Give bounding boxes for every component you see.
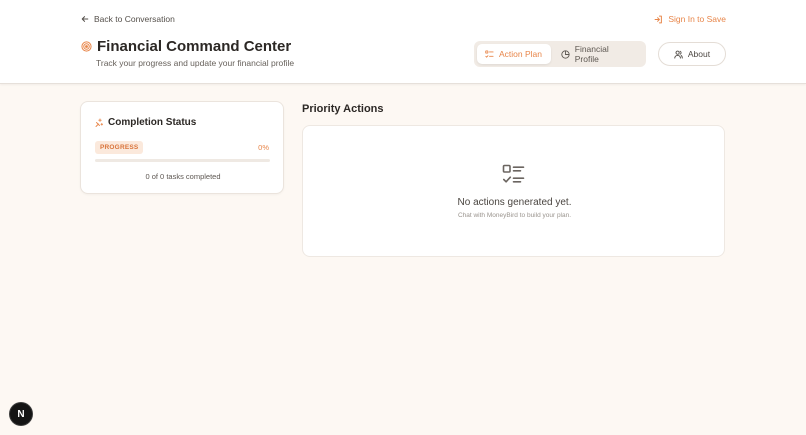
progress-percent: 0% xyxy=(258,143,269,152)
floating-n-button[interactable]: N xyxy=(10,403,32,425)
priority-actions-card: No actions generated yet. Chat with Mone… xyxy=(302,125,725,257)
progress-badge: PROGRESS xyxy=(95,141,144,154)
tab-financial-profile[interactable]: Financial Profile xyxy=(553,44,643,64)
about-label: About xyxy=(687,49,711,59)
back-link-label: Back to Conversation xyxy=(94,14,175,24)
back-to-conversation-link[interactable]: Back to Conversation xyxy=(81,13,175,25)
view-tabs: Action Plan Financial Profile xyxy=(474,41,646,67)
list-check-icon xyxy=(485,49,494,58)
sign-in-label: Sign In to Save xyxy=(668,14,726,24)
sign-in-to-save-link[interactable]: Sign In to Save xyxy=(654,13,726,25)
empty-state-subtitle: Chat with MoneyBird to build your plan. xyxy=(457,212,572,219)
tab-action-plan-label: Action Plan xyxy=(499,49,542,59)
top-header: Back to Conversation Sign In to Save Fin… xyxy=(0,0,806,84)
sign-in-icon xyxy=(654,15,663,23)
sparkle-icon xyxy=(95,118,104,127)
empty-state-title: No actions generated yet. xyxy=(457,197,572,208)
progress-bar xyxy=(95,159,270,162)
about-button[interactable]: About xyxy=(658,42,726,66)
arrow-left-icon xyxy=(81,16,89,22)
tab-financial-profile-label: Financial Profile xyxy=(574,44,609,64)
page-title-row: Financial Command Center xyxy=(81,38,291,55)
completion-status-card: Completion Status PROGRESS 0% 0 of 0 tas… xyxy=(80,101,284,194)
pie-chart-icon xyxy=(561,49,570,59)
priority-actions-title: Priority Actions xyxy=(302,103,384,115)
target-icon xyxy=(81,41,92,52)
completion-status-header: Completion Status xyxy=(94,117,196,128)
page-subtitle: Track your progress and update your fina… xyxy=(96,58,295,68)
completion-status-title: Completion Status xyxy=(108,117,197,128)
checklist-icon xyxy=(502,164,525,183)
tasks-completed-text: 0 of 0 tasks completed xyxy=(145,172,221,181)
users-icon xyxy=(674,50,683,59)
page-title: Financial Command Center xyxy=(97,38,292,55)
tab-action-plan[interactable]: Action Plan xyxy=(477,44,551,64)
